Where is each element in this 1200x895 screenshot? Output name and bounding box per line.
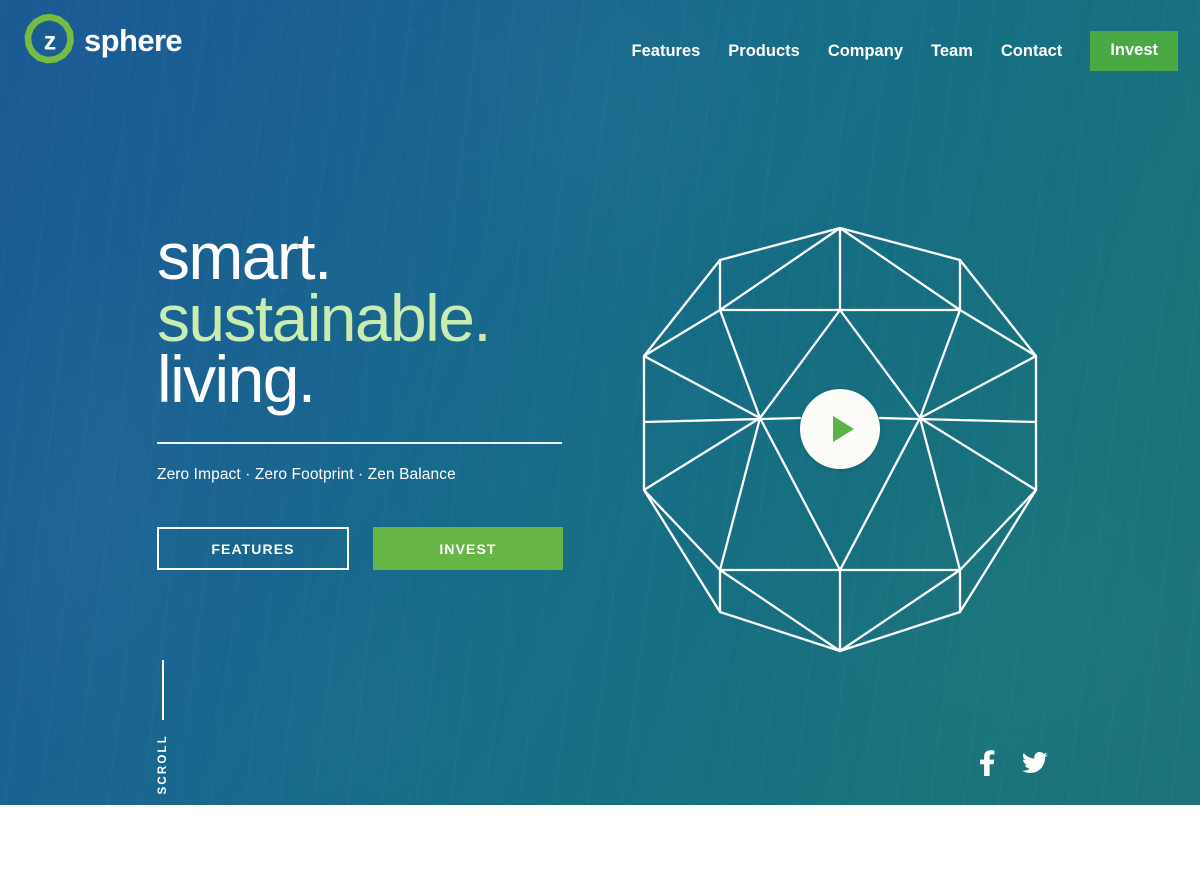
facebook-link[interactable] [979,750,995,776]
page-title: smart. sustainable. living. [157,219,627,417]
nav-link-company[interactable]: Company [814,42,917,60]
nav-link-team[interactable]: Team [917,42,987,60]
features-button[interactable]: FEATURES [157,527,349,571]
headline-line-3: living. [157,342,316,417]
social-links [979,750,1048,776]
play-button[interactable] [800,389,880,469]
site-header: z sphere Features Products Company Team … [0,0,1200,97]
page-root: z sphere Features Products Company Team … [0,0,1200,895]
twitter-link[interactable] [1022,752,1048,774]
nav-invest-button[interactable]: Invest [1090,31,1178,71]
main-navigation: Features Products Company Team Contact I… [618,31,1178,71]
nav-link-products[interactable]: Products [714,42,814,60]
facebook-icon [979,750,995,776]
hero-tagline: Zero Impact · Zero Footprint · Zen Balan… [157,466,456,484]
geodesic-sphere-graphic [630,222,1050,657]
hero-copy: smart. sustainable. living. Zero Impact … [157,219,627,571]
nav-link-features[interactable]: Features [618,42,715,60]
twitter-icon [1022,752,1048,774]
brand-mark-icon: z [24,14,76,66]
nav-link-contact[interactable]: Contact [987,42,1076,60]
play-icon [832,416,854,442]
scroll-label: SCROLL [157,734,169,795]
scroll-line [162,660,164,720]
svg-text:z: z [44,28,57,56]
headline-divider [157,442,562,445]
hero-cta-row: FEATURES INVEST [157,527,627,571]
hero-section: z sphere Features Products Company Team … [0,0,1200,805]
scroll-cue[interactable]: SCROLL [157,660,169,794]
brand-wordmark: sphere [84,22,183,58]
brand-logo[interactable]: z sphere [24,14,183,66]
headline-line-1: smart. [157,219,332,293]
below-fold-section [0,805,1200,895]
invest-button[interactable]: INVEST [373,527,563,571]
headline-line-2: sustainable. [157,280,492,355]
